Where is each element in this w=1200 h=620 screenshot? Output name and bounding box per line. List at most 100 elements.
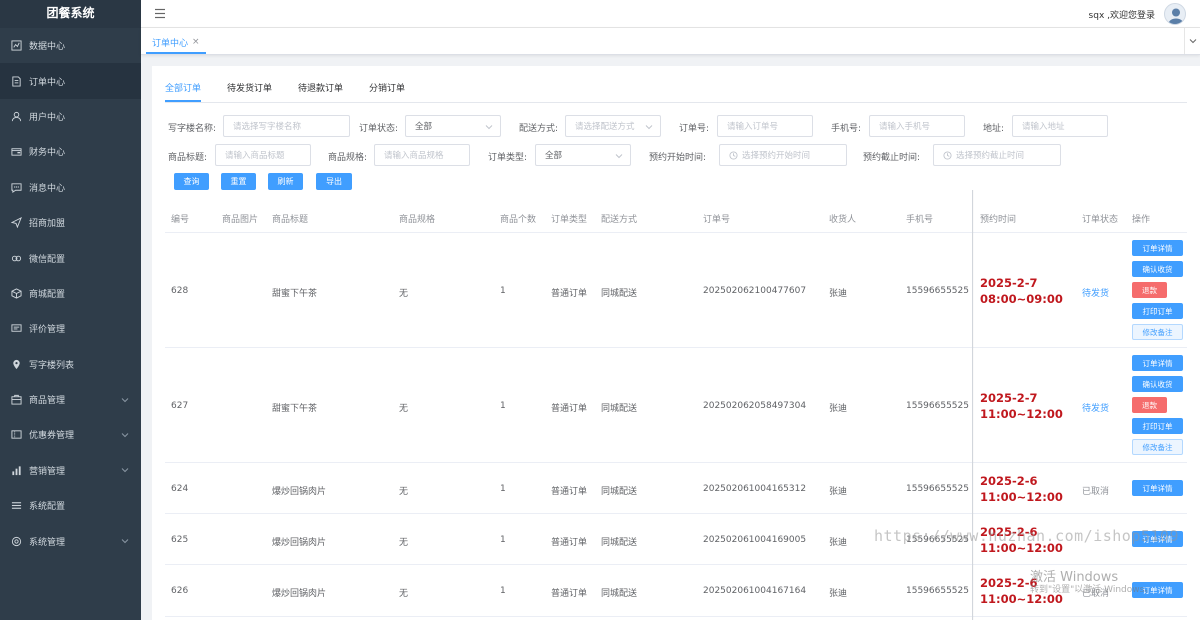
cell-order-no: 202502061004169005 xyxy=(703,535,807,545)
edit-remark-button[interactable]: 修改备注 xyxy=(1132,324,1183,340)
building-select[interactable]: 请选择写字楼名称 xyxy=(223,115,350,137)
goods-spec-label: 商品规格: xyxy=(328,153,368,163)
chevron-down-icon xyxy=(485,125,493,130)
cell-count: 1 xyxy=(500,586,506,596)
cell-title: 爆炒回锅肉片 xyxy=(272,487,327,497)
tab-menu-button[interactable] xyxy=(1184,28,1200,54)
list-icon xyxy=(10,500,22,512)
cell-order-no: 202502062058497304 xyxy=(703,401,807,411)
sidebar-item-label: 商城配置 xyxy=(29,289,66,300)
status-label: 订单状态: xyxy=(359,124,399,134)
col-order-no: 订单号 xyxy=(703,215,731,225)
cell-delivery: 同城配送 xyxy=(601,487,638,497)
phone-input[interactable]: 请输入手机号 xyxy=(869,115,965,137)
cell-delivery: 同城配送 xyxy=(601,538,638,548)
cell-order-no: 202502061004165312 xyxy=(703,484,807,494)
box-icon xyxy=(10,287,22,299)
query-button[interactable]: 查询 xyxy=(174,173,209,190)
avatar[interactable] xyxy=(1164,3,1186,25)
col-time: 预约时间 xyxy=(980,215,1017,225)
message-icon xyxy=(10,181,22,193)
subtab-all-orders[interactable]: 全部订单 xyxy=(165,80,202,102)
menu-toggle-icon[interactable] xyxy=(154,8,166,19)
refresh-button[interactable]: 刷新 xyxy=(268,173,303,190)
cell-receiver: 张迪 xyxy=(829,589,848,599)
order-detail-button[interactable]: 订单详情 xyxy=(1132,480,1183,496)
close-icon[interactable]: × xyxy=(192,37,200,47)
start-time-picker[interactable]: 选择预约开始时间 xyxy=(719,144,847,166)
status-select[interactable]: 全部 xyxy=(405,115,501,137)
refund-button[interactable]: 退款 xyxy=(1132,282,1167,298)
cell-phone: 15596655525 xyxy=(906,401,969,411)
sidebar-item-goods-management[interactable]: 商品管理 xyxy=(0,382,141,417)
address-input[interactable]: 请输入地址 xyxy=(1012,115,1108,137)
sidebar-item-label: 写字楼列表 xyxy=(29,360,75,371)
sidebar: 团餐系统 数据中心 订单中心 用户中心 财务中心 消息中心 招商加盟 微信配置 … xyxy=(0,0,141,620)
export-button[interactable]: 导出 xyxy=(316,173,352,190)
sidebar-item-finance-center[interactable]: 财务中心 xyxy=(0,134,141,169)
user-greeting: sqx ,欢迎您登录 xyxy=(1088,11,1155,21)
location-icon xyxy=(10,358,22,370)
document-icon xyxy=(10,75,22,87)
sidebar-item-user-center[interactable]: 用户中心 xyxy=(0,99,141,134)
goods-spec-input[interactable]: 请输入商品规格 xyxy=(374,144,470,166)
sidebar-item-system-config[interactable]: 系统配置 xyxy=(0,488,141,523)
sidebar-item-message-center[interactable]: 消息中心 xyxy=(0,170,141,205)
subtab-distribution[interactable]: 分销订单 xyxy=(369,80,405,102)
refund-button[interactable]: 退款 xyxy=(1132,397,1167,413)
col-image: 商品图片 xyxy=(222,215,259,225)
confirm-receipt-button[interactable]: 确认收货 xyxy=(1132,376,1183,392)
clock-icon xyxy=(943,150,952,160)
edit-remark-button[interactable]: 修改备注 xyxy=(1132,439,1183,455)
sidebar-item-system-management[interactable]: 系统管理 xyxy=(0,523,141,558)
print-order-button[interactable]: 打印订单 xyxy=(1132,303,1183,319)
tab-bar: 订单中心 × xyxy=(141,28,1200,55)
chevron-down-icon xyxy=(615,154,623,159)
sidebar-item-label: 消息中心 xyxy=(29,183,66,194)
cell-spec: 无 xyxy=(399,538,409,548)
settings-icon xyxy=(10,535,22,547)
sidebar-item-wechat-config[interactable]: 微信配置 xyxy=(0,240,141,275)
subtab-pending-shipment[interactable]: 待发货订单 xyxy=(227,80,272,102)
cell-phone: 15596655525 xyxy=(906,586,969,596)
sidebar-item-data-center[interactable]: 数据中心 xyxy=(0,28,141,63)
user-icon xyxy=(10,110,22,122)
col-actions: 操作 xyxy=(1132,215,1151,225)
end-time-picker[interactable]: 选择预约截止时间 xyxy=(933,144,1061,166)
cell-spec: 无 xyxy=(399,487,409,497)
sidebar-item-mall-config[interactable]: 商城配置 xyxy=(0,276,141,311)
chevron-down-icon xyxy=(645,125,653,130)
cell-status: 待发货 xyxy=(1082,289,1110,299)
order-detail-button[interactable]: 订单详情 xyxy=(1132,240,1183,256)
cell-time: 2025-2-7 11:00~12:00 xyxy=(980,391,1063,421)
cell-count: 1 xyxy=(500,535,506,545)
confirm-receipt-button[interactable]: 确认收货 xyxy=(1132,261,1183,277)
order-type-select[interactable]: 全部 xyxy=(535,144,631,166)
order-type-label: 订单类型: xyxy=(488,153,528,163)
orderno-input[interactable]: 请输入订单号 xyxy=(717,115,813,137)
sidebar-item-review-management[interactable]: 评价管理 xyxy=(0,311,141,346)
cell-time: 2025-2-6 11:00~12:00 xyxy=(980,474,1063,504)
delivery-select[interactable]: 请选择配送方式 xyxy=(565,115,661,137)
subtab-pending-refund[interactable]: 待退款订单 xyxy=(298,80,343,102)
cell-title: 甜蜜下午茶 xyxy=(272,289,318,299)
sidebar-item-coupon-management[interactable]: 优惠券管理 xyxy=(0,417,141,452)
goods-icon xyxy=(10,394,22,406)
cell-delivery: 同城配送 xyxy=(601,404,638,414)
reset-button[interactable]: 重置 xyxy=(221,173,256,190)
tab-order-center[interactable]: 订单中心 × xyxy=(146,32,206,54)
sidebar-item-label: 商品管理 xyxy=(29,396,66,407)
print-order-button[interactable]: 打印订单 xyxy=(1132,418,1183,434)
sidebar-item-marketing-management[interactable]: 营销管理 xyxy=(0,453,141,488)
cell-order-type: 普通订单 xyxy=(551,538,588,548)
goods-title-input[interactable]: 请输入商品标题 xyxy=(215,144,311,166)
delivery-select-placeholder: 请选择配送方式 xyxy=(575,122,635,132)
order-detail-button[interactable]: 订单详情 xyxy=(1132,355,1183,371)
sidebar-item-order-center[interactable]: 订单中心 xyxy=(0,63,141,99)
table-row: 627 甜蜜下午茶 无 1 普通订单 同城配送 2025020620584973… xyxy=(165,348,1187,463)
link-icon xyxy=(10,252,22,264)
sidebar-item-building-list[interactable]: 写字楼列表 xyxy=(0,347,141,382)
sidebar-item-label: 招商加盟 xyxy=(29,219,66,230)
sidebar-item-franchise[interactable]: 招商加盟 xyxy=(0,205,141,240)
sidebar-item-label: 微信配置 xyxy=(29,254,66,265)
